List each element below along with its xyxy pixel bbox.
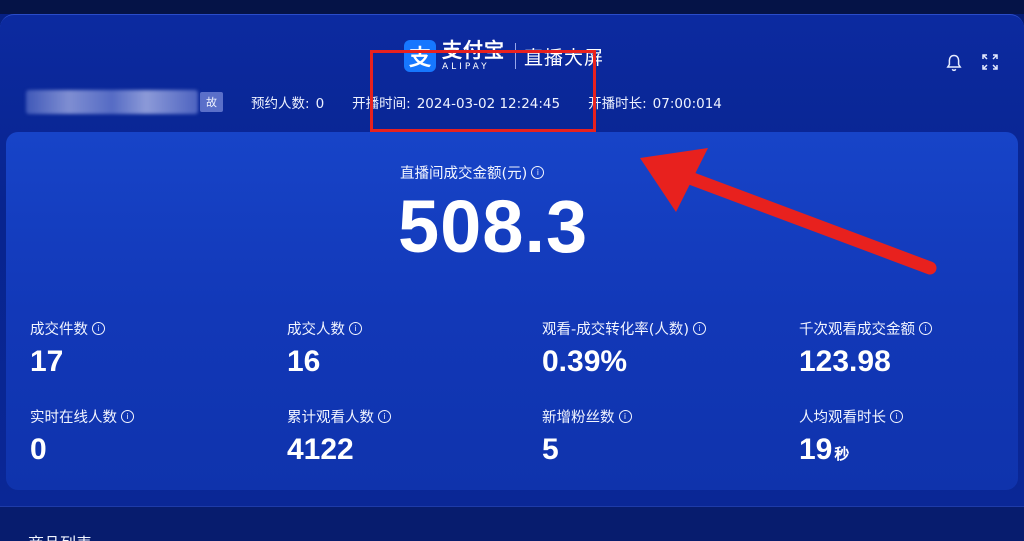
metric-conversion-rate: 观看-成交转化率(人数) i 0.39% — [542, 318, 707, 379]
metric-gpm: 千次观看成交金额 i 123.98 — [799, 318, 932, 379]
product-list-section — [0, 506, 1024, 541]
metric-new-followers: 新增粉丝数 i 5 — [542, 406, 632, 467]
info-icon[interactable]: i — [919, 322, 932, 335]
info-icon[interactable]: i — [890, 410, 903, 423]
gmv-value: 508.3 — [398, 185, 589, 268]
metric-items-sold: 成交件数 i 17 — [30, 318, 105, 379]
info-icon[interactable]: i — [531, 166, 545, 179]
blurred-streamer-name — [26, 90, 198, 114]
info-icon[interactable]: i — [378, 410, 391, 423]
live-duration: 开播时长: 07:00:014 — [588, 96, 722, 112]
name-tag: 故 — [200, 92, 223, 112]
bell-icon[interactable] — [946, 54, 962, 77]
info-icon[interactable]: i — [349, 322, 362, 335]
info-icon[interactable]: i — [618, 410, 632, 423]
fullscreen-icon[interactable] — [982, 54, 998, 77]
top-strip — [0, 0, 1024, 14]
gmv-label: 直播间成交金额(元) i — [400, 162, 545, 183]
metric-online-now: 实时在线人数 i 0 — [30, 406, 134, 467]
live-dashboard-screen: 支 支付宝 ALIPAY 直播大屏 故 预约人数: 0 开播时间: 2024-03-… — [0, 0, 1024, 541]
annotation-highlight-box — [370, 50, 596, 132]
metric-avg-watch-time: 人均观看时长 i 19 秒 — [799, 406, 903, 467]
info-icon[interactable]: i — [92, 322, 105, 335]
product-list-title: 商品列表 — [28, 530, 92, 541]
reservation-count: 预约人数: 0 — [251, 96, 325, 112]
metric-buyers: 成交人数 i 16 — [287, 318, 362, 379]
info-icon[interactable]: i — [121, 410, 134, 423]
metric-total-viewers: 累计观看人数 i 4122 — [287, 406, 391, 467]
header-actions — [946, 54, 998, 77]
info-icon[interactable]: i — [693, 322, 707, 335]
